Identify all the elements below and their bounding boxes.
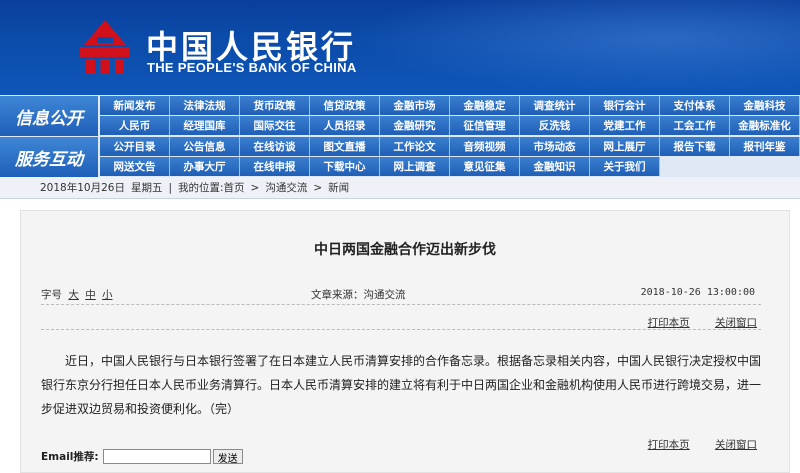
- nav-item[interactable]: 经理国库: [170, 116, 240, 135]
- breadcrumb-sep: >: [250, 181, 260, 194]
- nav-item[interactable]: 办事大厅: [170, 157, 240, 176]
- breadcrumb-sep: >: [313, 181, 323, 194]
- nav-item[interactable]: 金融标准化: [730, 116, 800, 135]
- article-source: 文章来源：沟通交流: [311, 289, 406, 301]
- nav-item[interactable]: 意见征集: [450, 157, 520, 176]
- nav-item[interactable]: 报告下载: [660, 137, 730, 156]
- nav-item[interactable]: 征信管理: [450, 116, 520, 135]
- email-input[interactable]: [102, 449, 211, 464]
- nav-row-3: 公开目录 公告信息 在线访谈 图文直播 工作论文 音频视频 市场动态 网上展厅 …: [100, 137, 800, 157]
- divider: [41, 329, 761, 330]
- nav-sections: 信息公开 服务互动: [0, 95, 98, 177]
- nav-item[interactable]: 银行会计: [590, 96, 660, 115]
- print-page-link[interactable]: 打印本页: [648, 439, 690, 451]
- nav-item[interactable]: 金融知识: [520, 157, 590, 176]
- nav-grid: 新闻发布 法律法规 货币政策 信贷政策 金融市场 金融稳定 调查统计 银行会计 …: [100, 95, 800, 177]
- current-date: 2018年10月26日: [40, 182, 125, 194]
- nav-item[interactable]: 支付体系: [660, 96, 730, 115]
- nav-item[interactable]: 党建工作: [590, 116, 660, 135]
- nav-item[interactable]: 工作论文: [380, 137, 450, 156]
- nav-section-service-interaction[interactable]: 服务互动: [0, 137, 98, 177]
- main-nav: 信息公开 服务互动 新闻发布 法律法规 货币政策 信贷政策 金融市场 金融稳定 …: [0, 95, 800, 177]
- nav-item[interactable]: 公开目录: [100, 137, 170, 156]
- nav-section-info-disclosure[interactable]: 信息公开: [0, 96, 98, 136]
- breadcrumb-level2[interactable]: 新闻: [328, 180, 349, 195]
- nav-item[interactable]: 图文直播: [310, 137, 380, 156]
- nav-item[interactable]: 调查统计: [520, 96, 590, 115]
- print-page-link[interactable]: 打印本页: [648, 317, 690, 329]
- nav-row-2: 人民币 经理国库 国际交往 人员招录 金融研究 征信管理 反洗钱 党建工作 工会…: [100, 116, 800, 136]
- nav-row-1: 新闻发布 法律法规 货币政策 信贷政策 金融市场 金融稳定 调查统计 银行会计 …: [100, 96, 800, 116]
- font-size-label: 字号: [41, 289, 62, 301]
- divider: [41, 304, 761, 305]
- nav-item[interactable]: 网上调查: [380, 157, 450, 176]
- font-small-link[interactable]: 小: [102, 289, 113, 301]
- article-meta: 字号 大 中 小 文章来源：沟通交流 2018-10-26 13:00:00: [21, 287, 789, 303]
- article-title: 中日两国金融合作迈出新步伐: [314, 242, 496, 258]
- font-medium-link[interactable]: 中: [85, 289, 96, 301]
- header-glow: [350, 0, 800, 95]
- nav-item[interactable]: 市场动态: [520, 137, 590, 156]
- nav-item[interactable]: 网送文告: [100, 157, 170, 176]
- nav-item[interactable]: 音频视频: [450, 137, 520, 156]
- article-datetime: 2018-10-26 13:00:00: [640, 287, 755, 298]
- breadcrumb: 2018年10月26日 星期五 | 我的位置: 首页 > 沟通交流 > 新闻: [0, 177, 800, 199]
- nav-item[interactable]: 关于我们: [590, 157, 660, 176]
- nav-item[interactable]: 网上展厅: [590, 137, 660, 156]
- nav-item[interactable]: 报刊年鉴: [730, 137, 800, 156]
- nav-item[interactable]: 在线申报: [240, 157, 310, 176]
- nav-item[interactable]: 法律法规: [170, 96, 240, 115]
- email-label: Email推荐:: [41, 451, 99, 463]
- nav-item[interactable]: 货币政策: [240, 96, 310, 115]
- site-header: 中国人民银行 THE PEOPLE'S BANK OF CHINA: [0, 0, 800, 95]
- send-button[interactable]: 发送: [212, 449, 243, 465]
- article-actions-bottom: 打印本页 关闭窗口: [626, 437, 757, 452]
- nav-item[interactable]: 金融市场: [380, 96, 450, 115]
- separator: |: [168, 181, 172, 194]
- nav-item[interactable]: 反洗钱: [520, 116, 590, 135]
- site-title-en[interactable]: THE PEOPLE'S BANK OF CHINA: [147, 60, 357, 75]
- breadcrumb-level1[interactable]: 沟通交流: [265, 180, 307, 195]
- nav-item[interactable]: 人民币: [100, 116, 170, 135]
- nav-item[interactable]: 工会工作: [660, 116, 730, 135]
- article-body: 近日，中国人民银行与日本银行签署了在日本建立人民币清算安排的合作备忘录。根据备忘…: [41, 354, 762, 416]
- nav-item[interactable]: 金融研究: [380, 116, 450, 135]
- font-large-link[interactable]: 大: [68, 289, 79, 301]
- nav-item[interactable]: 金融科技: [730, 96, 800, 115]
- pboc-emblem-icon: [80, 20, 130, 74]
- font-size-control: 字号 大 中 小: [41, 287, 113, 302]
- article-actions-top: 打印本页 关闭窗口: [626, 315, 757, 330]
- nav-row-4: 网送文告 办事大厅 在线申报 下载中心 网上调查 意见征集 金融知识 关于我们: [100, 157, 800, 177]
- email-recommend: Email推荐: 发送: [41, 449, 243, 465]
- nav-item[interactable]: 信贷政策: [310, 96, 380, 115]
- nav-item[interactable]: 新闻发布: [100, 96, 170, 115]
- breadcrumb-home[interactable]: 首页: [224, 180, 245, 195]
- nav-item[interactable]: 金融稳定: [450, 96, 520, 115]
- close-window-link[interactable]: 关闭窗口: [715, 439, 757, 451]
- nav-item[interactable]: 公告信息: [170, 137, 240, 156]
- close-window-link[interactable]: 关闭窗口: [715, 317, 757, 329]
- nav-item[interactable]: 国际交往: [240, 116, 310, 135]
- nav-item[interactable]: 下载中心: [310, 157, 380, 176]
- current-weekday: 星期五: [130, 182, 163, 194]
- nav-item[interactable]: 人员招录: [310, 116, 380, 135]
- article-panel: 中日两国金融合作迈出新步伐 字号 大 中 小 文章来源：沟通交流 2018-10…: [20, 210, 790, 473]
- breadcrumb-prefix: 我的位置:: [178, 182, 224, 194]
- nav-item[interactable]: 在线访谈: [240, 137, 310, 156]
